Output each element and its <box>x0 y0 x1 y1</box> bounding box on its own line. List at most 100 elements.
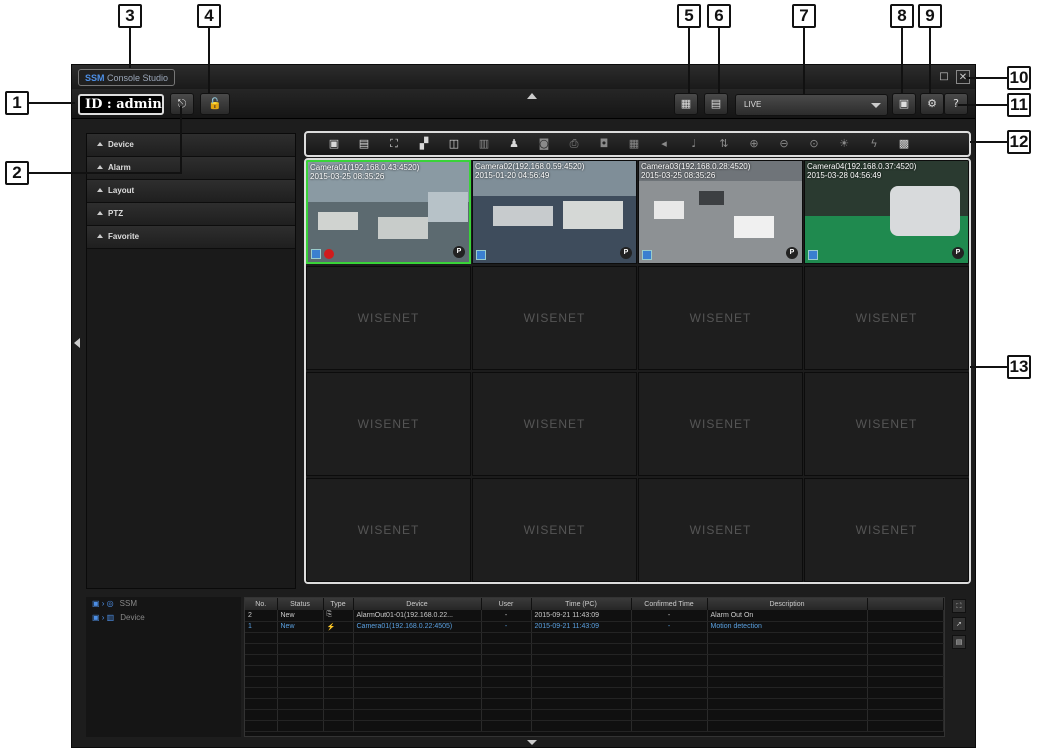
camera-tile-2[interactable]: Camera02(192.168.0.59:4520) 2015-01-20 04… <box>472 160 637 264</box>
layout-quad-icon[interactable]: ▞ <box>416 137 432 151</box>
col-no[interactable]: No. <box>245 598 278 610</box>
col-status[interactable]: Status <box>277 598 324 610</box>
ptz-badge: P <box>453 246 465 258</box>
layout-seq-icon[interactable]: ▤ <box>356 137 372 151</box>
playback-viewer-button[interactable]: ▤ <box>704 93 728 115</box>
panel-alarm-label: Alarm <box>108 163 131 172</box>
audio-icon[interactable]: ◂ <box>656 137 672 151</box>
table-row[interactable]: 2 New ⎘ AlarmOut01-01(192.168.0.22... - … <box>245 610 944 622</box>
camera-label: Camera01(192.168.0.43:4520) 2015-03-25 08… <box>310 163 419 181</box>
collapse-down-icon[interactable] <box>527 740 537 745</box>
table-row[interactable]: 1 New ⚡ Camera01(192.168.0.22:4505) - 20… <box>245 621 944 633</box>
confirm-event-button[interactable]: ➚ <box>952 617 966 631</box>
camera-tile-4[interactable]: Camera04(192.168.0.37:4520) 2015-03-28 04… <box>804 160 969 264</box>
camera-label: Camera02(192.168.0.59:4520) 2015-01-20 04… <box>475 162 584 180</box>
brightness-icon[interactable]: ☀ <box>836 137 852 151</box>
cell-empty <box>867 610 944 622</box>
tree-item-device[interactable]: ▣ › ▥ Device <box>86 611 241 625</box>
empty-tile[interactable]: WISENET <box>638 266 803 370</box>
tree-item-ssm[interactable]: ▣ › ◎ SSM <box>86 597 241 611</box>
live-viewer-button[interactable]: ▦ <box>674 93 698 115</box>
leader-7 <box>803 28 805 94</box>
col-type[interactable]: Type <box>323 598 354 610</box>
camera-tile-3[interactable]: Camera03(192.168.0.28:4520) 2015-03-25 08… <box>638 160 803 264</box>
col-description[interactable]: Description <box>707 598 868 610</box>
camera-name: Camera03(192.168.0.28:4520) <box>641 162 751 171</box>
empty-tile[interactable]: WISENET <box>804 266 969 370</box>
list-icon: ▤ <box>955 638 963 646</box>
print-icon[interactable]: ⎙ <box>566 137 582 151</box>
panel-favorite[interactable]: Favorite <box>87 226 295 249</box>
playback-grid-icon: ▤ <box>710 97 722 110</box>
panel-layout[interactable]: Layout <box>87 180 295 203</box>
ptz-badge: P <box>620 247 632 259</box>
col-confirmed[interactable]: Confirmed Time <box>631 598 708 610</box>
panel-device[interactable]: Device <box>87 134 295 157</box>
fullscreen-icon[interactable]: ⛶ <box>386 137 402 151</box>
empty-row <box>245 709 944 721</box>
empty-tile[interactable]: WISENET <box>306 372 471 476</box>
empty-tile[interactable]: WISENET <box>472 266 637 370</box>
tree-node-icon: ▣ › ◎ <box>92 599 114 608</box>
snapshot-layout-icon[interactable]: ▥ <box>476 137 492 151</box>
empty-tile[interactable]: WISENET <box>804 478 969 582</box>
empty-row <box>245 676 944 688</box>
col-user[interactable]: User <box>481 598 532 610</box>
empty-tile[interactable]: WISENET <box>472 372 637 476</box>
panel-ptz[interactable]: PTZ <box>87 203 295 226</box>
callout-9: 9 <box>918 4 942 28</box>
empty-tile[interactable]: WISENET <box>804 372 969 476</box>
lock-button[interactable]: 🔓 <box>200 93 230 115</box>
settings-button[interactable]: ⚙ <box>920 93 944 115</box>
monitor-icon[interactable]: ▩ <box>896 137 912 151</box>
panel-alarm[interactable]: Alarm <box>87 157 295 180</box>
layout-overlay-icon[interactable]: ◫ <box>446 137 462 151</box>
expand-list-button[interactable]: ⛶ <box>952 599 966 613</box>
expand-icon: ⛶ <box>956 602 962 610</box>
camera-time: 2015-03-25 08:35:26 <box>310 172 385 181</box>
cell-device: AlarmOut01-01(192.168.0.22... <box>353 610 482 622</box>
empty-tile[interactable]: WISENET <box>638 478 803 582</box>
callout-3: 3 <box>118 4 142 28</box>
empty-tile[interactable]: WISENET <box>306 266 471 370</box>
layout-1x1-icon[interactable]: ▣ <box>326 137 342 151</box>
expand-icon <box>97 142 103 146</box>
expand-icon <box>97 234 103 238</box>
gear-icon: ⚙ <box>927 97 937 110</box>
grid-icon: ▦ <box>680 97 692 110</box>
ptz-badge: P <box>786 247 798 259</box>
mic-icon[interactable]: ♩ <box>686 137 702 151</box>
wisenet-watermark: WISENET <box>689 311 752 325</box>
panel-collapse-icon[interactable] <box>74 338 80 348</box>
login-id: ID : admin <box>78 94 164 115</box>
mode-select[interactable]: LIVE <box>735 94 888 116</box>
export-list-button[interactable]: ▤ <box>952 635 966 649</box>
record-icon[interactable]: ◘ <box>596 137 612 151</box>
empty-tile[interactable]: WISENET <box>472 478 637 582</box>
col-device[interactable]: Device <box>353 598 482 610</box>
export-icon[interactable]: ▦ <box>626 137 642 151</box>
tree-item-label: SSM <box>119 599 137 608</box>
flash-icon[interactable]: ϟ <box>866 137 882 151</box>
cell-device: Camera01(192.168.0.22:4505) <box>353 621 482 633</box>
camera-icon[interactable]: ◙ <box>536 137 552 151</box>
logout-button[interactable]: ⎋ <box>170 93 194 115</box>
ptz-icon[interactable]: ⇅ <box>716 137 732 151</box>
col-time[interactable]: Time (PC) <box>531 598 632 610</box>
video-grid: Camera01(192.168.0.43:4520) 2015-03-25 08… <box>304 158 971 584</box>
dzoom-icon[interactable]: ⊙ <box>806 137 822 151</box>
zoom-in-icon[interactable]: ⊕ <box>746 137 762 151</box>
empty-tile[interactable]: WISENET <box>306 478 471 582</box>
restore-button[interactable]: □ <box>937 70 951 84</box>
camera-time: 2015-03-25 08:35:26 <box>641 171 716 180</box>
wisenet-watermark: WISENET <box>523 523 586 537</box>
zoom-out-icon[interactable]: ⊖ <box>776 137 792 151</box>
callout-12: 12 <box>1007 130 1031 154</box>
panel-favorite-label: Favorite <box>108 232 140 241</box>
video-wall-button[interactable]: ▣ <box>892 93 916 115</box>
collapse-up-icon[interactable] <box>527 93 537 99</box>
empty-tile[interactable]: WISENET <box>638 372 803 476</box>
wisenet-watermark: WISENET <box>855 417 918 431</box>
alarm-bell-icon[interactable]: ♟ <box>506 137 522 151</box>
camera-tile-1[interactable]: Camera01(192.168.0.43:4520) 2015-03-25 08… <box>306 160 471 264</box>
